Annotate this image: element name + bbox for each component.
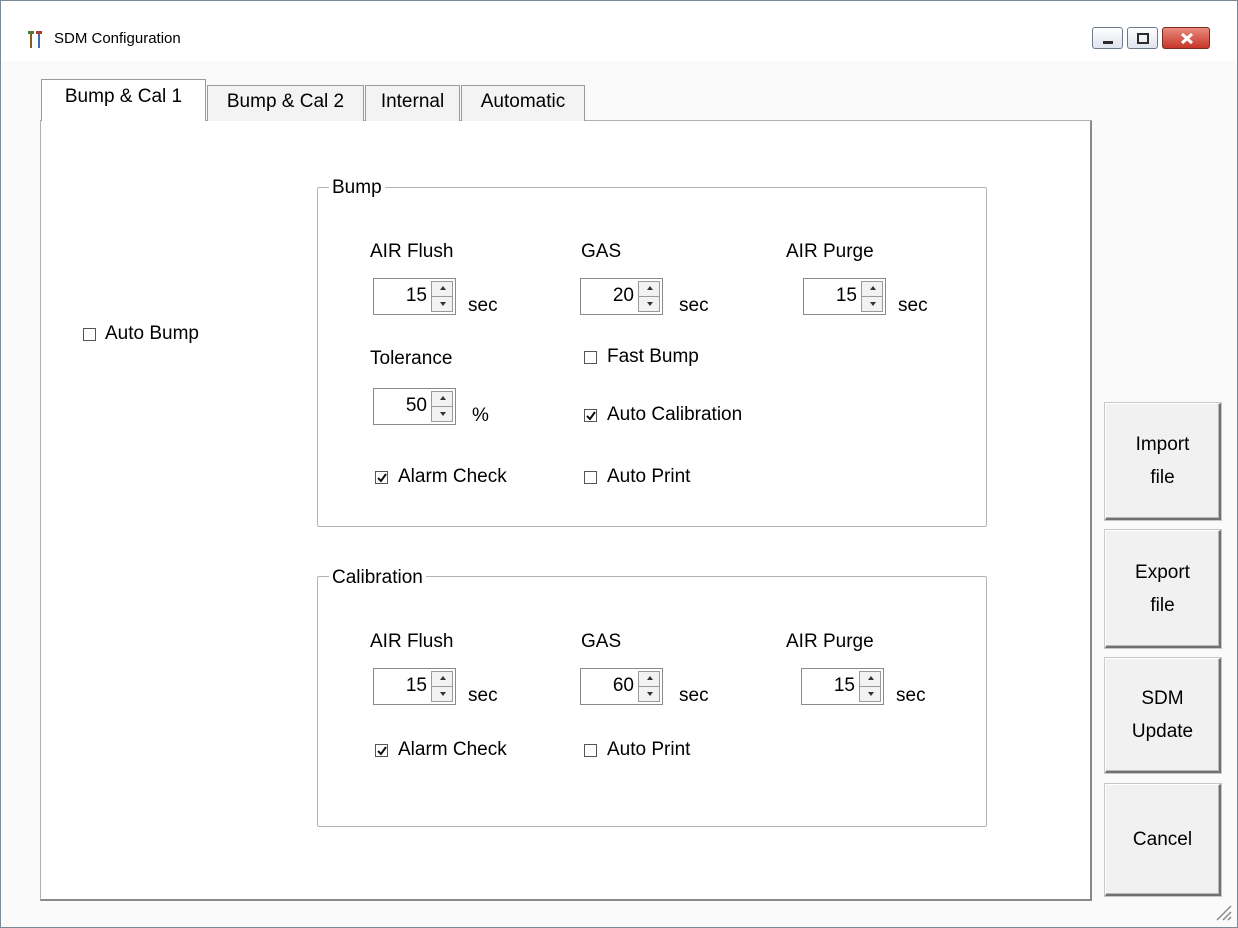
close-icon bbox=[1180, 32, 1194, 45]
cal-alarm-check-checkbox[interactable] bbox=[375, 744, 388, 757]
bump-air-purge-value: 15 bbox=[835, 285, 857, 306]
import-button-label-line2: file bbox=[1150, 467, 1175, 488]
spinner-arrows[interactable] bbox=[431, 671, 453, 702]
bump-air-flush-spinner[interactable]: 15 bbox=[373, 278, 456, 315]
sdm-update-button[interactable]: SDM Update bbox=[1105, 658, 1221, 773]
cal-air-purge-label: AIR Purge bbox=[786, 631, 874, 652]
cal-gas-unit: sec bbox=[679, 685, 709, 706]
window-title: SDM Configuration bbox=[54, 30, 181, 47]
bump-air-flush-value: 15 bbox=[405, 285, 427, 306]
minimize-icon bbox=[1103, 41, 1113, 44]
spinner-arrows[interactable] bbox=[638, 671, 660, 702]
update-button-label-line2: Update bbox=[1131, 721, 1194, 742]
cancel-button-label: Cancel bbox=[1132, 829, 1193, 850]
minimize-button[interactable] bbox=[1092, 27, 1123, 49]
fast-bump-label: Fast Bump bbox=[607, 346, 699, 367]
close-button[interactable] bbox=[1162, 27, 1210, 49]
cal-gas-value: 60 bbox=[612, 675, 634, 696]
maximize-button[interactable] bbox=[1127, 27, 1158, 49]
cal-auto-print-label: Auto Print bbox=[607, 739, 691, 760]
update-button-label-line1: SDM bbox=[1141, 688, 1184, 709]
bump-alarm-check-checkbox[interactable] bbox=[375, 471, 388, 484]
cal-air-purge-value: 15 bbox=[833, 675, 855, 696]
bump-group-title: Bump bbox=[329, 177, 385, 199]
cal-air-flush-spinner[interactable]: 15 bbox=[373, 668, 456, 705]
import-file-button[interactable]: Import file bbox=[1105, 403, 1221, 520]
checkmark-icon bbox=[377, 473, 387, 483]
tab-bump-cal-2[interactable]: Bump & Cal 2 bbox=[207, 85, 364, 121]
export-button-label-line2: file bbox=[1150, 594, 1175, 616]
checkmark-icon bbox=[586, 411, 596, 421]
bump-air-purge-unit: sec bbox=[898, 295, 928, 316]
resize-grip-icon[interactable] bbox=[1209, 898, 1233, 922]
spinner-arrows[interactable] bbox=[638, 281, 660, 312]
cal-air-flush-label: AIR Flush bbox=[370, 631, 454, 652]
tab-bump-cal-1[interactable]: Bump & Cal 1 bbox=[41, 79, 206, 121]
tab-automatic[interactable]: Automatic bbox=[461, 85, 585, 121]
checkmark-icon bbox=[377, 746, 387, 756]
import-button-label-line1: Import bbox=[1135, 434, 1190, 455]
title-bar[interactable]: SDM Configuration bbox=[1, 1, 1237, 61]
bump-alarm-check-label: Alarm Check bbox=[398, 466, 507, 487]
auto-calibration-label: Auto Calibration bbox=[607, 404, 743, 425]
cal-gas-label: GAS bbox=[581, 631, 622, 652]
spinner-arrows[interactable] bbox=[431, 391, 453, 422]
spinner-arrows[interactable] bbox=[861, 281, 883, 312]
spinner-arrows[interactable] bbox=[859, 671, 881, 702]
bump-tolerance-label: Tolerance bbox=[370, 348, 453, 369]
bump-tolerance-spinner[interactable]: 50 bbox=[373, 388, 456, 425]
auto-bump-checkbox[interactable] bbox=[83, 328, 96, 341]
cal-air-purge-spinner[interactable]: 15 bbox=[801, 668, 884, 705]
tab-internal[interactable]: Internal bbox=[365, 85, 460, 121]
cal-air-purge-unit: sec bbox=[896, 685, 926, 706]
maximize-icon bbox=[1137, 33, 1149, 44]
app-tools-icon bbox=[28, 31, 42, 48]
auto-calibration-checkbox[interactable] bbox=[584, 409, 597, 422]
bump-air-purge-label: AIR Purge bbox=[786, 241, 874, 262]
cal-gas-spinner[interactable]: 60 bbox=[580, 668, 663, 705]
bump-tolerance-value: 50 bbox=[405, 395, 427, 416]
bump-auto-print-label: Auto Print bbox=[607, 466, 691, 487]
export-file-button[interactable]: Export file bbox=[1105, 530, 1221, 648]
bump-gas-value: 20 bbox=[612, 285, 634, 306]
bump-tolerance-unit: % bbox=[472, 405, 489, 426]
bump-auto-print-checkbox[interactable] bbox=[584, 471, 597, 484]
bump-gas-unit: sec bbox=[679, 295, 709, 316]
cal-alarm-check-label: Alarm Check bbox=[398, 739, 507, 760]
bump-air-flush-unit: sec bbox=[468, 295, 498, 316]
window: SDM Configuration Bump & Cal 1 Bump & Ca… bbox=[0, 0, 1238, 928]
export-button-label-line1: Export bbox=[1135, 561, 1190, 583]
fast-bump-checkbox[interactable] bbox=[584, 351, 597, 364]
bump-gas-label: GAS bbox=[581, 241, 622, 262]
spinner-arrows[interactable] bbox=[431, 281, 453, 312]
cal-air-flush-unit: sec bbox=[468, 685, 498, 706]
calibration-group-title: Calibration bbox=[329, 567, 426, 589]
cal-auto-print-checkbox[interactable] bbox=[584, 744, 597, 757]
bump-gas-spinner[interactable]: 20 bbox=[580, 278, 663, 315]
cal-air-flush-value: 15 bbox=[405, 675, 427, 696]
cancel-button[interactable]: Cancel bbox=[1105, 784, 1221, 896]
bump-air-flush-label: AIR Flush bbox=[370, 241, 454, 262]
auto-bump-label: Auto Bump bbox=[105, 323, 199, 344]
bump-air-purge-spinner[interactable]: 15 bbox=[803, 278, 886, 315]
